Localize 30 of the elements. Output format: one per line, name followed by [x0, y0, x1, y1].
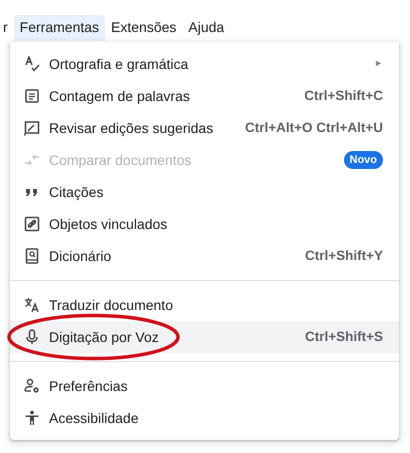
spellcheck-icon: [24, 56, 40, 72]
menu-bar-item[interactable]: Ferramentas: [14, 15, 106, 41]
menu-item[interactable]: Acessibilidade: [10, 402, 399, 434]
translate-icon: [24, 297, 40, 313]
pen-box-icon: [24, 120, 40, 136]
menu-item[interactable]: Ortografia e gramática ►: [10, 48, 399, 80]
book-search-icon: [24, 248, 40, 264]
link-box-icon: [24, 216, 40, 232]
menu-item[interactable]: Preferências: [10, 370, 399, 402]
menu-bar-item[interactable]: r: [0, 15, 14, 41]
microphone-icon: [24, 329, 40, 345]
document-lines-icon: [24, 88, 40, 104]
compare-arrows-icon: [24, 152, 40, 168]
shortcut-text: Ctrl+Shift+Y: [304, 246, 383, 265]
person-gear-icon: [24, 378, 40, 394]
menu-item[interactable]: Digitação por Voz Ctrl+Shift+S: [10, 321, 399, 353]
menu-bar-item[interactable]: Extensões: [105, 15, 182, 41]
shortcut-text: Ctrl+Shift+S: [304, 328, 383, 346]
menu-item[interactable]: Citações: [10, 176, 399, 208]
shortcut-text: Ctrl+Alt+O Ctrl+Alt+U: [244, 118, 383, 137]
accessibility-icon: [24, 410, 40, 426]
submenu-arrow: ►: [374, 57, 383, 70]
new-badge: Novo: [344, 150, 383, 170]
menu-item[interactable]: Revisar edições sugeridas Ctrl+Alt+O Ctrl+Alt+U: [10, 112, 399, 144]
menu-item[interactable]: Traduzir documento: [10, 289, 399, 321]
menu-item[interactable]: Objetos vinculados: [10, 208, 399, 240]
menu-item[interactable]: Contagem de palavras Ctrl+Shift+C: [10, 80, 399, 112]
menu-bar-item[interactable]: Ajuda: [182, 15, 230, 41]
shortcut-text: Ctrl+Shift+C: [304, 86, 383, 105]
menu-item[interactable]: Dicionário Ctrl+Shift+Y: [10, 240, 399, 272]
